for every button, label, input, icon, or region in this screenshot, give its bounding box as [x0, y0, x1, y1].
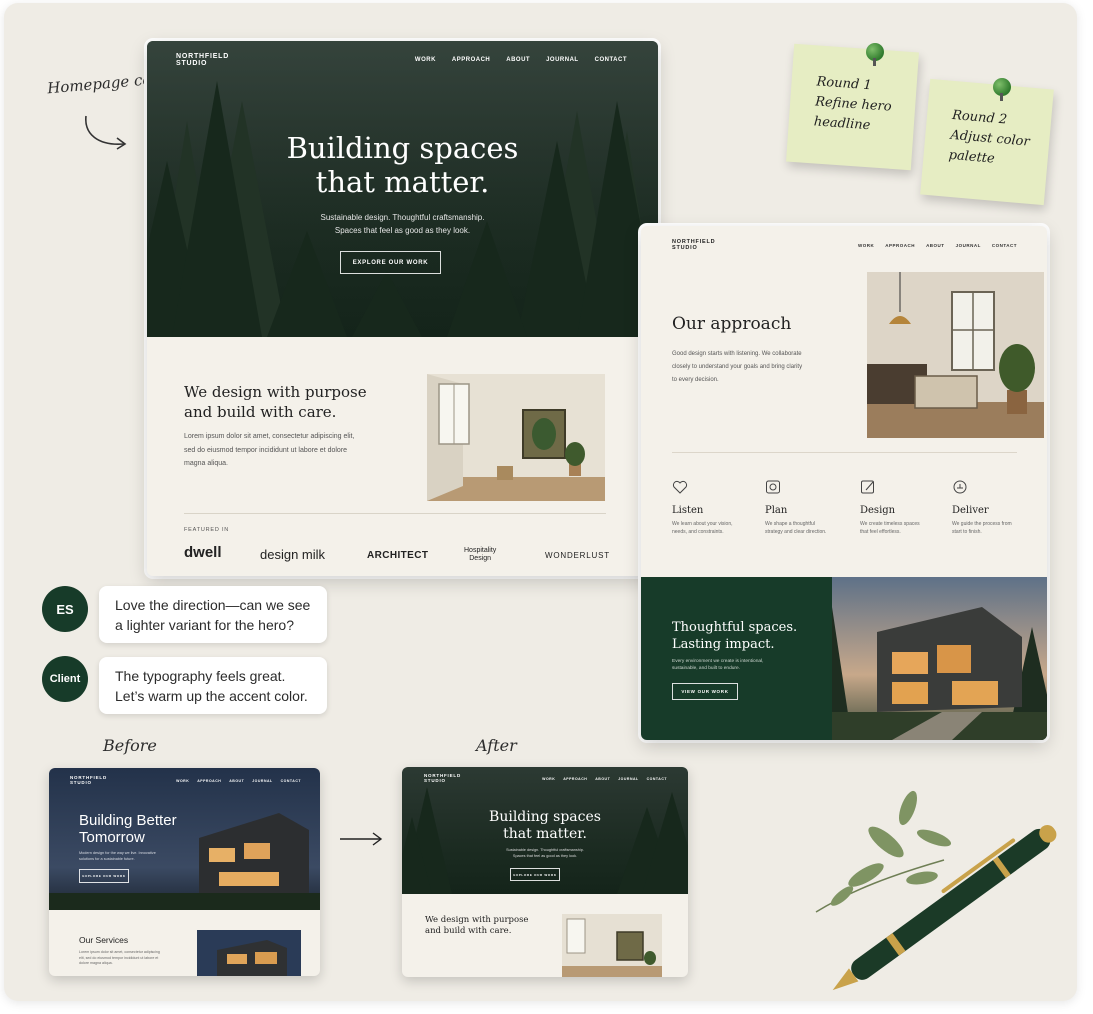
curved-arrow-icon: [85, 115, 127, 150]
logo-wonderlust: WONDERLUST: [545, 551, 610, 560]
nav-work[interactable]: WORK: [542, 777, 555, 781]
sticky-note-round-2: Round 2 Adjust color palette: [920, 78, 1054, 206]
hero-subtitle: Sustainable design. Thoughtful craftsman…: [320, 213, 485, 235]
after-hero-title: Building spaces that matter.: [489, 809, 601, 842]
banner-body: Every environment we create is intention…: [672, 659, 764, 671]
nav-contact[interactable]: CONTACT: [992, 243, 1017, 248]
hero-title: Building spaces that matter.: [286, 131, 519, 199]
compass-icon: [766, 480, 780, 494]
after-hero-section: NORTHFIELD STUDIO WORK APPROACH ABOUT JO…: [402, 767, 688, 894]
nav-about[interactable]: ABOUT: [506, 57, 530, 63]
after-section-title: We design with purpose and build with ca…: [425, 915, 529, 936]
before-mockup[interactable]: NORTHFIELD STUDIO WORK APPROACH ABOUT JO…: [49, 768, 320, 976]
brand-logo[interactable]: NORTHFIELD STUDIO: [672, 239, 715, 252]
brand-logo[interactable]: NORTHFIELD STUDIO: [70, 775, 107, 785]
cta-banner: Thoughtful spaces. Lasting impact. Every…: [641, 577, 832, 740]
before-section-body: Lorem ipsum dolor sit amet, consectetur …: [79, 950, 160, 965]
feature-title: Deliver: [952, 505, 989, 516]
logo-dwell: dwell: [184, 544, 222, 561]
nav-approach[interactable]: APPROACH: [563, 777, 587, 781]
feature-title: Listen: [672, 505, 704, 516]
after-mockup[interactable]: NORTHFIELD STUDIO WORK APPROACH ABOUT JO…: [402, 767, 688, 977]
brand-logo[interactable]: NORTHFIELD STUDIO: [176, 53, 229, 68]
sticky-note-text: Round 1 Refine hero headline: [813, 74, 893, 134]
feature-desc: We create timeless spaces that feel effo…: [860, 521, 920, 535]
after-hero-subtitle: Sustainable design. Thoughtful craftsman…: [506, 848, 584, 858]
arrow-right-icon: [340, 832, 383, 846]
feature-title: Plan: [765, 505, 788, 516]
nav-contact[interactable]: CONTACT: [281, 779, 301, 783]
explore-work-button[interactable]: EXPLORE OUR WORK: [79, 869, 129, 883]
pencil-icon: [861, 480, 874, 494]
after-interior-image: [562, 914, 662, 977]
nav-approach[interactable]: APPROACH: [197, 779, 221, 783]
divider: [184, 513, 606, 514]
section-title: We design with purpose and build with ca…: [184, 383, 367, 421]
interior-image: [427, 374, 605, 501]
before-section-image: [197, 930, 301, 976]
approach-title: Our approach: [672, 314, 792, 334]
before-label: Before: [103, 736, 157, 755]
comment-bubble: The typography feels great. Let’s warm u…: [99, 657, 327, 714]
hero-section: NORTHFIELD STUDIO WORK APPROACH ABOUT JO…: [147, 41, 658, 337]
feature-desc: We shape a thoughtful strategy and clear…: [765, 521, 827, 535]
feature-listen: Listen We learn about your vision, needs…: [672, 479, 757, 536]
logo-architect: ARCHITECT: [367, 550, 429, 561]
homepage-mockup[interactable]: NORTHFIELD STUDIO WORK APPROACH ABOUT JO…: [147, 41, 658, 576]
nav-journal[interactable]: JOURNAL: [252, 779, 272, 783]
fountain-pen-illustration: [832, 825, 1057, 991]
nav-about[interactable]: ABOUT: [595, 777, 610, 781]
sticky-note-round-1: Round 1 Refine hero headline: [786, 43, 919, 171]
feature-desc: We guide the process from start to finis…: [952, 521, 1012, 535]
nav-about[interactable]: ABOUT: [926, 243, 945, 248]
nav-approach[interactable]: APPROACH: [452, 57, 490, 63]
avatar-es: ES: [42, 586, 88, 632]
kitchen-interior-image: [867, 272, 1044, 438]
nav-journal[interactable]: JOURNAL: [618, 777, 638, 781]
logo-design-milk: design milk: [260, 547, 326, 562]
pushpin-icon: [866, 43, 884, 66]
after-label: After: [476, 736, 517, 755]
nav-approach[interactable]: APPROACH: [885, 243, 915, 248]
feature-desc: We learn about your vision, needs, and c…: [672, 521, 733, 535]
heart-icon: [672, 480, 688, 494]
banner-title: Thoughtful spaces. Lasting impact.: [672, 620, 798, 652]
sticky-note-text: Round 2 Adjust color palette: [948, 107, 1031, 167]
brand-logo[interactable]: NORTHFIELD STUDIO: [424, 773, 461, 783]
featured-label: FEATURED IN: [184, 527, 230, 533]
explore-work-button[interactable]: EXPLORE OUR WORK: [510, 868, 560, 881]
explore-work-button[interactable]: EXPLORE OUR WORK: [340, 251, 441, 274]
nav-work[interactable]: WORK: [858, 243, 874, 248]
nav-about[interactable]: ABOUT: [229, 779, 244, 783]
nav-contact[interactable]: CONTACT: [647, 777, 667, 781]
divider: [672, 452, 1017, 453]
approach-body: Good design starts with listening. We co…: [672, 351, 803, 383]
modern-house-image: [832, 577, 1047, 740]
deliver-icon: [953, 480, 967, 494]
before-hero-title: Building Better Tomorrow: [79, 812, 177, 846]
feature-deliver: Deliver We guide the process from start …: [952, 479, 1037, 536]
feature-design: Design We create timeless spaces that fe…: [860, 479, 945, 536]
comment-bubble: Love the direction—can we see a lighter …: [99, 586, 327, 643]
logo-hospitality-design: Hospitality Design: [464, 547, 497, 562]
section-body: Lorem ipsum dolor sit amet, consectetur …: [184, 433, 355, 467]
avatar-client: Client: [42, 656, 88, 702]
nav-contact[interactable]: CONTACT: [595, 57, 627, 63]
feature-plan: Plan We shape a thoughtful strategy and …: [765, 479, 850, 536]
nav-work[interactable]: WORK: [176, 779, 189, 783]
view-work-button[interactable]: VIEW OUR WORK: [672, 683, 738, 700]
feature-title: Design: [860, 505, 896, 516]
nav-journal[interactable]: JOURNAL: [546, 57, 579, 63]
approach-page-mockup[interactable]: NORTHFIELD STUDIO WORK APPROACH ABOUT JO…: [641, 226, 1047, 740]
nav-journal[interactable]: JOURNAL: [956, 243, 981, 248]
pushpin-icon: [993, 78, 1011, 101]
before-hero-subtitle: Modern design for the way we live. Innov…: [79, 851, 156, 861]
nav-work[interactable]: WORK: [415, 57, 436, 63]
before-section-title: Our Services: [79, 935, 129, 945]
